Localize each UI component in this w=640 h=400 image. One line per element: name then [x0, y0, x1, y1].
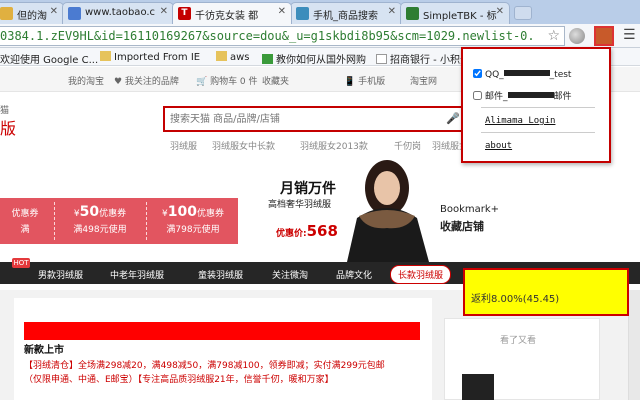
tab-2-active[interactable]: T 千彷克女装 都 ✕	[172, 2, 292, 24]
cat-weitao[interactable]: 关注微淘	[272, 268, 308, 281]
cat-mens[interactable]: 男款羽绒服	[38, 268, 83, 281]
bookmark-folder-aws[interactable]: aws	[216, 51, 250, 63]
redacted-text	[503, 70, 550, 76]
extension-popup: QQ_ _test 邮件_ 邮件 Alimama Login about	[461, 47, 611, 163]
scrollbar[interactable]	[628, 290, 640, 400]
divider	[146, 202, 147, 240]
close-icon[interactable]: ✕	[388, 6, 396, 17]
tab-strip: 但的淘 ✕ www.taobao.c ✕ T 千彷克女装 都 ✕ 手机_商品搜索…	[0, 0, 640, 24]
my-brand-link[interactable]: ♥ 我关注的品牌	[114, 74, 179, 87]
favorites-link[interactable]: 收藏夹	[262, 74, 289, 87]
tab-1[interactable]: www.taobao.c ✕	[62, 2, 174, 24]
mic-icon[interactable]: 🎤	[446, 112, 460, 125]
tab-4[interactable]: SimpleTBK - 标 ✕	[400, 2, 510, 24]
bookmark-bank[interactable]: 招商银行 - 小积分	[376, 51, 470, 66]
tab-title: 但的淘	[17, 11, 47, 22]
account-qq[interactable]: QQ_ _test	[473, 69, 571, 80]
hot-term[interactable]: 羽绒服女中长款	[212, 139, 275, 152]
close-icon[interactable]: ✕	[278, 6, 286, 17]
url-text[interactable]: 0384.1.zEV9HL&id=16110169267&source=dou&…	[0, 29, 535, 43]
page-icon	[262, 54, 273, 64]
about-link[interactable]: about	[485, 141, 512, 151]
close-icon[interactable]: ✕	[50, 6, 58, 17]
product-desc-1: 【羽绒清仓】全场满298减20，满498减50，满798减100，领券即减；实付…	[24, 361, 385, 371]
coupon-100[interactable]: ¥100优惠券 满798元使用	[148, 198, 238, 244]
rebate-box: 返利8.00%(45.45)	[463, 268, 629, 316]
cat-brand[interactable]: 品牌文化	[336, 268, 372, 281]
tab-title: 手机_商品搜索	[313, 11, 378, 22]
favorite-store-button[interactable]: 收藏店铺	[440, 218, 484, 234]
divider	[481, 107, 595, 108]
tab-title: SimpleTBK - 标	[423, 11, 497, 22]
hot-term[interactable]: 羽绒服	[170, 139, 197, 152]
close-icon[interactable]: ✕	[160, 6, 168, 17]
related-title: 看了又看	[500, 336, 537, 346]
product-title: 新款上市	[24, 345, 64, 356]
folder-icon	[100, 51, 111, 61]
bookmark-folder-ie[interactable]: Imported From IE	[100, 51, 200, 63]
extension-icon[interactable]	[594, 26, 614, 46]
taobao-link[interactable]: 淘宝网	[410, 74, 437, 87]
related-thumbnail[interactable]	[462, 374, 494, 400]
bookmark-label[interactable]: Bookmark+	[440, 204, 499, 215]
my-taobao-link[interactable]: 我的淘宝	[68, 74, 104, 87]
mobile-link[interactable]: 📱 手机版	[344, 74, 385, 87]
tab-3[interactable]: 手机_商品搜索 ✕	[290, 2, 402, 24]
doc-favicon-icon	[296, 7, 309, 20]
divider	[481, 132, 595, 133]
page-favicon-icon	[68, 7, 81, 20]
alimama-login-link[interactable]: Alimama Login	[485, 116, 555, 126]
close-icon[interactable]: ✕	[496, 6, 504, 17]
account-qq-checkbox[interactable]	[473, 69, 482, 78]
cat-elderly[interactable]: 中老年羽绒服	[110, 268, 164, 281]
cat-long-selected[interactable]: 长款羽绒服	[390, 265, 452, 284]
hot-term[interactable]: 羽绒服女2013款	[300, 139, 368, 152]
logo-text: 版	[0, 119, 17, 138]
search-box: 🎤	[163, 106, 466, 132]
folder-icon	[216, 51, 227, 61]
account-mail-checkbox[interactable]	[473, 91, 482, 100]
divider	[54, 202, 55, 240]
hot-badge: HOT	[12, 258, 30, 268]
omnibox[interactable]: 0384.1.zEV9HL&id=16110169267&source=dou&…	[0, 26, 565, 46]
tab-0[interactable]: 但的淘 ✕	[0, 2, 64, 24]
search-input[interactable]	[165, 108, 445, 130]
star-icon[interactable]: ☆	[547, 28, 560, 44]
cart-link[interactable]: 🛒 购物车 0 件	[196, 74, 258, 87]
promo-title: 月销万件	[280, 181, 336, 197]
promo-price: 优惠价:568	[276, 222, 338, 240]
cat-kids[interactable]: 童装羽绒服	[198, 268, 243, 281]
product-desc-2: （仅限申通、中通、E邮宝）【专注高品质羽绒服21年，信誉千仞，暖和万家】	[24, 375, 334, 385]
tmall-favicon-icon: T	[178, 7, 191, 20]
model-photo	[347, 160, 429, 262]
address-bar: 0384.1.zEV9HL&id=16110169267&source=dou&…	[0, 24, 640, 48]
account-mail[interactable]: 邮件_ 邮件	[473, 89, 572, 102]
taobao-favicon-icon	[0, 7, 13, 20]
coupon-50[interactable]: ¥50优惠券 满498元使用	[56, 198, 144, 244]
bookmark-shop[interactable]: 教你如何从国外网购	[262, 51, 366, 66]
doc-favicon-icon	[406, 7, 419, 20]
new-tab-button[interactable]	[514, 6, 532, 20]
hot-term[interactable]: 千仞岗	[394, 139, 421, 152]
coupon-0[interactable]: 优惠券 满	[0, 198, 50, 244]
page-icon	[376, 54, 387, 64]
menu-icon[interactable]: ☰	[623, 27, 636, 43]
tab-title: 千彷克女装 都	[195, 11, 259, 22]
tab-title: www.taobao.c	[85, 7, 156, 18]
redacted-text	[507, 92, 554, 98]
globe-icon[interactable]	[569, 28, 585, 44]
rebate-text: 返利8.00%(45.45)	[471, 294, 560, 305]
title-highlight	[24, 322, 420, 340]
coupon-strip: 优惠券 满 ¥50优惠券 满498元使用 ¥100优惠券 满798元使用	[0, 198, 238, 244]
bookmark-google[interactable]: 欢迎使用 Google C...	[0, 51, 98, 66]
promo-subtitle: 高档奢华羽绒服	[268, 200, 332, 210]
